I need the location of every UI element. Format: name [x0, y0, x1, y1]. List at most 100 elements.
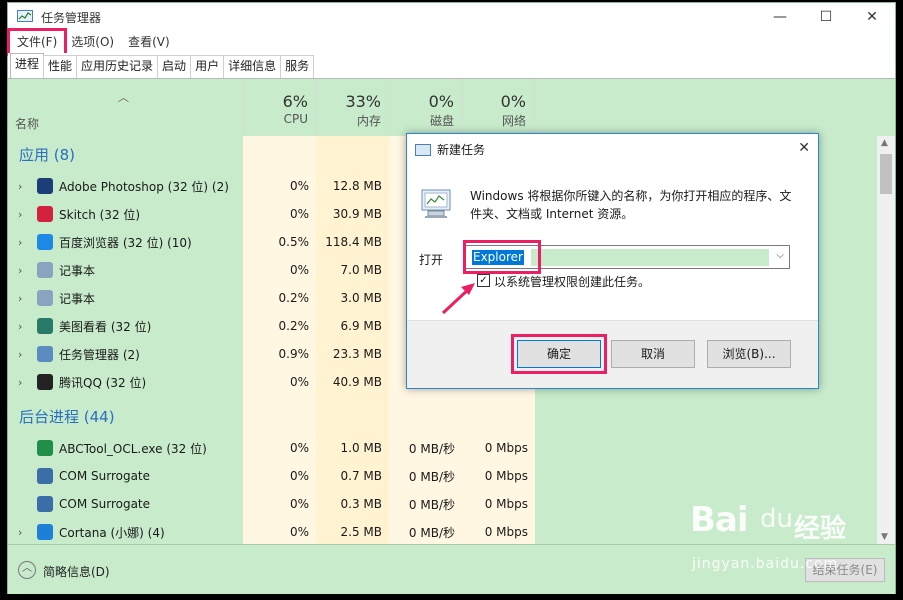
process-disk: 0 MB/秒: [408, 525, 455, 540]
cortana-icon: [37, 524, 53, 540]
tab-startup[interactable]: 启动: [157, 55, 192, 78]
menu-view[interactable]: 查看(V): [121, 31, 177, 53]
process-memory: 30.9 MB: [332, 207, 382, 221]
group-header[interactable]: 后台进程 (44): [8, 398, 535, 434]
expand-chevron-icon[interactable]: ›: [18, 376, 22, 389]
admin-checkbox-label[interactable]: 以系统管理权限创建此任务。: [494, 273, 650, 290]
process-cpu: 0%: [289, 375, 309, 389]
process-name: Adobe Photoshop (32 位) (2): [59, 179, 229, 194]
input-annotation-box: [463, 240, 541, 274]
expand-chevron-icon[interactable]: ›: [18, 526, 22, 539]
expand-chevron-icon[interactable]: ›: [18, 348, 22, 361]
fewer-details-link[interactable]: 简略信息(D): [43, 563, 110, 580]
browse-button[interactable]: 浏览(B)...: [707, 340, 791, 368]
disk-label: 磁盘: [429, 114, 454, 128]
process-cpu: 0%: [289, 179, 309, 193]
tab-services[interactable]: 服务: [280, 55, 315, 78]
open-label: 打开: [419, 253, 444, 267]
column-name[interactable]: 名称: [15, 115, 39, 132]
run-window-icon: [415, 143, 431, 156]
group-label: 后台进程 (44): [19, 407, 115, 426]
process-network: 0 Mbps: [484, 497, 528, 511]
network-total: 0%: [500, 92, 526, 111]
process-row[interactable]: ABCTool_OCL.exe (32 位) 0% 1.0 MB 0 MB/秒 0 Mb…: [8, 434, 535, 462]
admin-checkbox[interactable]: ✓: [477, 274, 490, 287]
tab-users[interactable]: 用户: [190, 55, 225, 78]
tab-processes[interactable]: 进程: [10, 53, 45, 78]
expand-chevron-icon[interactable]: ›: [18, 320, 22, 333]
dialog-message: Windows 将根据你所键入的名称，为你打开相应的程序、文件夹、文档或 Int…: [470, 189, 792, 221]
expand-chevron-icon[interactable]: ›: [18, 236, 22, 249]
column-disk[interactable]: 0% 磁盘: [389, 79, 462, 136]
tab-app-history[interactable]: 应用历史记录: [76, 55, 159, 78]
expand-chevron-icon[interactable]: ›: [18, 208, 22, 221]
watermark-paw: du: [760, 504, 793, 534]
scroll-up-icon[interactable]: ▲: [881, 138, 888, 148]
watermark-cn: 经验: [794, 514, 847, 544]
process-cpu: 0%: [289, 469, 309, 483]
title-bar[interactable]: 任务管理器 — ☐ ✕: [8, 3, 895, 31]
collapse-icon[interactable]: ︿: [18, 561, 36, 579]
process-memory: 1.0 MB: [340, 441, 382, 455]
cancel-button[interactable]: 取消: [611, 340, 695, 368]
tab-performance[interactable]: 性能: [43, 55, 78, 78]
column-header: ︿ 名称 6% CPU 33% 内存 0% 磁盘 0% 网络: [8, 79, 877, 136]
expand-chevron-icon[interactable]: ›: [18, 180, 22, 193]
dialog-body: Windows 将根据你所键入的名称，为你打开相应的程序、文件夹、文档或 Int…: [407, 165, 818, 320]
menu-options[interactable]: 选项(O): [64, 31, 121, 53]
process-network: 0 Mbps: [484, 441, 528, 455]
watermark-bai: Bai: [690, 500, 749, 540]
process-name: 记事本: [59, 263, 96, 278]
window-title: 任务管理器: [41, 10, 102, 25]
menu-bar: 文件(F) 选项(O) 查看(V): [6, 28, 895, 56]
dialog-title-bar[interactable]: 新建任务 ✕: [407, 134, 818, 165]
process-name: 美图看看 (32 位): [59, 319, 152, 334]
process-memory: 40.9 MB: [332, 375, 382, 389]
chevron-down-icon[interactable]: ⌵: [776, 250, 784, 261]
process-row[interactable]: COM Surrogate 0% 0.3 MB 0 MB/秒 0 Mbps: [8, 490, 535, 518]
process-cpu: 0%: [289, 497, 309, 511]
sort-ascending-icon[interactable]: ︿: [118, 89, 129, 105]
ok-annotation-box: [511, 334, 607, 374]
menu-file[interactable]: 文件(F): [6, 28, 68, 56]
process-memory: 23.3 MB: [332, 347, 382, 361]
process-row[interactable]: › Cortana (小娜) (4) 0% 2.5 MB 0 MB/秒 0 Mbps: [8, 518, 535, 544]
column-network[interactable]: 0% 网络: [462, 79, 535, 136]
vertical-scrollbar[interactable]: ▲ ▼: [877, 136, 895, 544]
column-cpu[interactable]: 6% CPU: [243, 79, 316, 136]
watermark-url: jingyan.baidu.com: [692, 556, 839, 572]
column-memory[interactable]: 33% 内存: [316, 79, 389, 136]
process-disk: 0 MB/秒: [408, 441, 455, 456]
process-memory: 6.9 MB: [340, 319, 382, 333]
process-row[interactable]: COM Surrogate 0% 0.7 MB 0 MB/秒 0 Mbps: [8, 462, 535, 490]
dialog-close-icon[interactable]: ✕: [798, 140, 810, 156]
com-icon: [37, 496, 53, 512]
input-highlight-fill: [531, 249, 769, 266]
process-cpu: 0.9%: [278, 347, 310, 361]
qq-icon: [37, 374, 53, 390]
maximize-button[interactable]: ☐: [803, 3, 849, 31]
process-network: 0 Mbps: [484, 525, 528, 539]
process-cpu: 0%: [289, 263, 309, 277]
scrollbar-thumb[interactable]: [880, 154, 892, 194]
process-memory: 3.0 MB: [340, 291, 382, 305]
process-name: COM Surrogate: [59, 497, 151, 511]
photoshop-icon: [37, 178, 53, 194]
browser-icon: [37, 234, 53, 250]
network-label: 网络: [501, 114, 526, 128]
com-icon: [37, 468, 53, 484]
tab-details[interactable]: 详细信息: [223, 55, 282, 78]
baidu-watermark: Bai du 经验 jingyan.baidu.com: [690, 500, 890, 580]
expand-chevron-icon[interactable]: ›: [18, 264, 22, 277]
process-disk: 0 MB/秒: [408, 497, 455, 512]
process-cpu: 0%: [289, 207, 309, 221]
expand-chevron-icon[interactable]: ›: [18, 292, 22, 305]
process-cpu: 0.2%: [278, 291, 310, 305]
skitch-icon: [37, 206, 53, 222]
group-label: 应用 (8): [19, 145, 76, 164]
close-button[interactable]: ✕: [849, 3, 895, 31]
minimize-button[interactable]: —: [757, 3, 803, 31]
tab-bar: 进程 性能 应用历史记录 启动 用户 详细信息 服务: [8, 53, 895, 79]
run-program-icon: [421, 189, 451, 218]
memory-total: 33%: [345, 92, 381, 111]
